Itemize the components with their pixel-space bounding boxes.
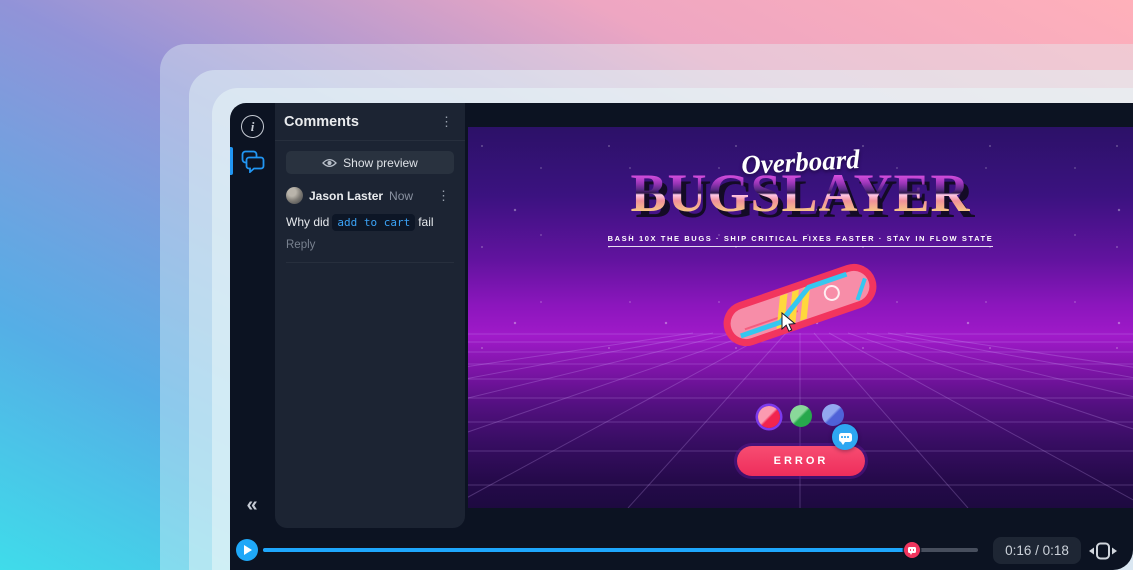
- collapse-sidebar-button[interactable]: «: [240, 493, 264, 517]
- fit-width-button[interactable]: [1088, 541, 1118, 561]
- panel-title: Comments: [284, 114, 436, 130]
- marker-bubble-icon: [908, 547, 916, 553]
- panel-menu-icon[interactable]: ⋮: [436, 113, 457, 130]
- status-dot-green: [790, 405, 812, 427]
- comment-timestamp: Now: [389, 189, 427, 203]
- play-icon: [244, 545, 252, 555]
- video-logo-block: Overboard BUGSLAYER BUGSLAYER BASH 10X T…: [468, 147, 1133, 247]
- error-button: ERROR: [737, 446, 865, 476]
- time-display: 0:16 / 0:18: [993, 537, 1081, 564]
- timeline-track[interactable]: [263, 548, 978, 552]
- page-background: i « Comments ⋮: [0, 0, 1133, 570]
- logo-tagline: BASH 10X THE BUGS · SHIP CRITICAL FIXES …: [608, 234, 994, 247]
- left-icon-rail: i «: [230, 103, 275, 570]
- video-preview[interactable]: Overboard BUGSLAYER BUGSLAYER BASH 10X T…: [468, 127, 1133, 508]
- info-icon[interactable]: i: [241, 115, 264, 138]
- comment-menu-icon[interactable]: ⋮: [433, 187, 454, 204]
- timeline-comment-marker[interactable]: [904, 542, 920, 558]
- show-preview-label: Show preview: [343, 156, 418, 170]
- comment-code-chip: add to cart: [332, 214, 415, 231]
- show-preview-button[interactable]: Show preview: [286, 151, 454, 174]
- app-window: i « Comments ⋮: [230, 103, 1133, 570]
- comments-icon[interactable]: [240, 149, 266, 173]
- comment-author: Jason Laster: [309, 189, 383, 203]
- reply-link[interactable]: Reply: [286, 239, 454, 251]
- play-button[interactable]: [236, 539, 258, 561]
- comment-text-after: fail: [418, 215, 433, 229]
- hoverboard-graphic: [718, 263, 888, 353]
- avatar: [286, 187, 303, 204]
- active-tab-indicator: [230, 147, 233, 175]
- eye-icon: [322, 158, 337, 168]
- comment-location-badge[interactable]: [832, 424, 858, 450]
- comments-panel-body: Show preview Jason Laster Now ⋮ Why dida…: [275, 141, 465, 263]
- comments-panel: Comments ⋮ Show preview Jason Laster Now: [275, 103, 465, 528]
- device-frame-icon: [1089, 542, 1117, 560]
- comment-item: Jason Laster Now ⋮ Why didadd to cartfai…: [286, 187, 454, 263]
- chat-bubble-icon: [839, 433, 852, 442]
- status-dot-red: [758, 406, 780, 428]
- comments-panel-header: Comments ⋮: [275, 103, 465, 141]
- timeline-progress: [263, 548, 907, 552]
- comment-text-before: Why did: [286, 215, 329, 229]
- status-dot-blue: [822, 404, 844, 426]
- comment-text: Why didadd to cartfail: [286, 213, 454, 232]
